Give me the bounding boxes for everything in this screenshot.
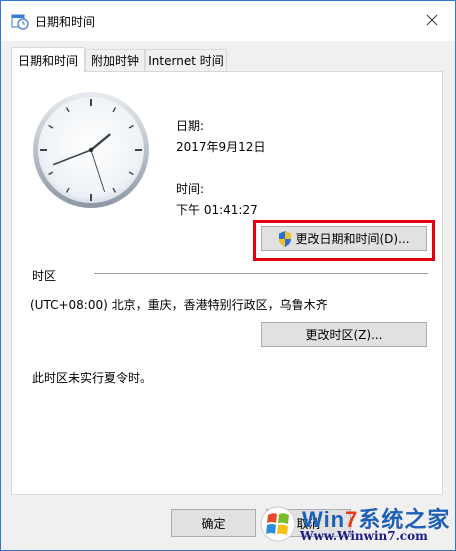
- clock-calendar-icon: [11, 14, 29, 30]
- window-title: 日期和时间: [35, 15, 96, 29]
- time-value: 下午 01:41:27: [176, 203, 258, 217]
- highlight-box: [253, 220, 435, 261]
- watermark-url: Www.Winwin7.com: [300, 529, 428, 543]
- date-label: 日期:: [176, 119, 205, 133]
- windows-logo-icon: [260, 506, 296, 542]
- change-timezone-button[interactable]: 更改时区(Z)...: [261, 322, 427, 347]
- analog-clock: [33, 92, 149, 208]
- clock-center: [88, 147, 94, 153]
- timezone-value: (UTC+08:00) 北京，重庆，香港特别行政区，乌鲁木齐: [30, 298, 328, 312]
- time-label: 时间:: [176, 182, 205, 196]
- ok-button[interactable]: 确定: [171, 509, 256, 537]
- tab-internet-time[interactable]: Internet 时间: [145, 49, 227, 71]
- close-icon: [426, 14, 438, 26]
- tab-datetime[interactable]: 日期和时间: [11, 47, 85, 72]
- date-value: 2017年9月12日: [176, 140, 266, 154]
- title-bar: 日期和时间: [1, 1, 455, 41]
- tab-additional-clocks[interactable]: 附加时钟: [85, 49, 145, 71]
- timezone-section-label: 时区: [32, 269, 57, 283]
- timezone-divider: [94, 273, 428, 274]
- site-watermark: Win7系统之家 Www.Winwin7.com: [256, 498, 456, 551]
- tab-panel: 日期: 2017年9月12日 时间: 下午 01:41:27 更改日期和时间(D…: [11, 71, 443, 495]
- close-button[interactable]: [409, 1, 455, 39]
- datetime-dialog: 日期和时间 日期和时间 附加时钟 Internet 时间 日期: 2017年9月…: [0, 0, 456, 551]
- dst-note: 此时区未实行夏令时。: [32, 371, 153, 385]
